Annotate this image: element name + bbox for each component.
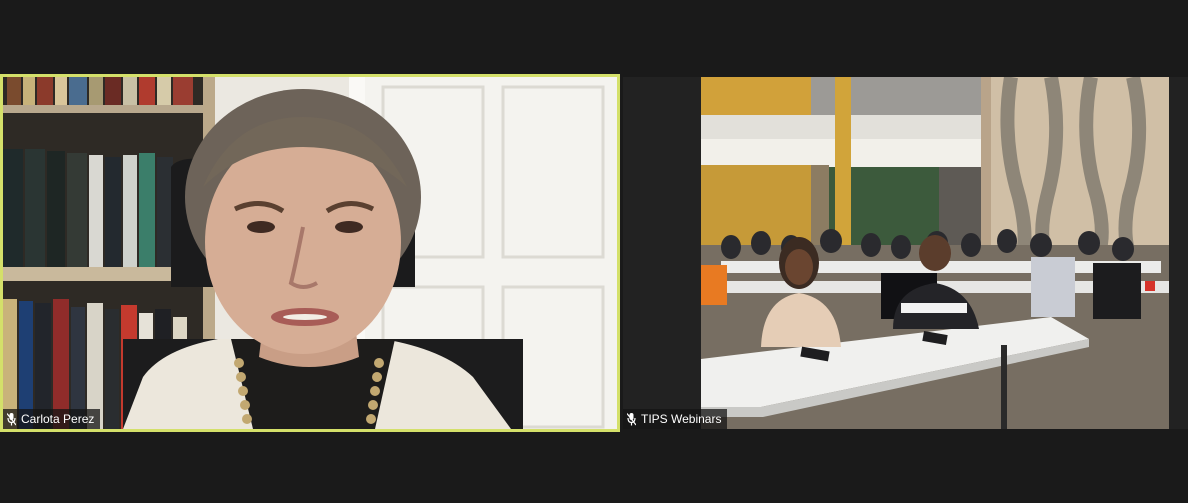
mic-muted-icon — [7, 412, 16, 425]
participant-name: Carlota Perez — [21, 412, 95, 426]
participant-name-tag: Carlota Perez — [3, 409, 101, 429]
participant-name: TIPS Webinars — [641, 412, 722, 426]
speaker-video-feed — [3, 77, 617, 429]
room-video-feed — [623, 77, 1188, 429]
participant-tile-carlota-perez[interactable]: Carlota Perez — [0, 74, 620, 432]
mic-muted-icon — [627, 412, 636, 425]
participant-tile-tips-webinars[interactable]: TIPS Webinars — [623, 77, 1188, 429]
participant-name-tag: TIPS Webinars — [623, 409, 728, 429]
